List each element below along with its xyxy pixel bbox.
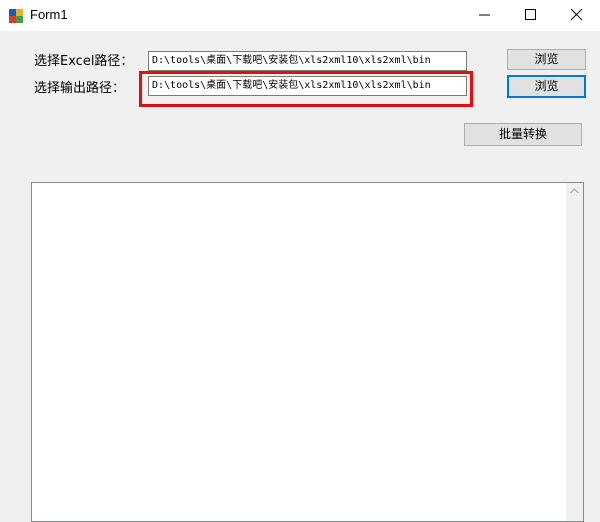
browse-output-button[interactable]: 浏览 xyxy=(507,75,586,98)
excel-path-label: 选择Excel路径： xyxy=(34,54,134,69)
log-textarea[interactable] xyxy=(31,182,584,522)
maximize-icon xyxy=(525,9,536,20)
app-window: Form1 选择Excel路径： D:\tools\桌面\下载吧\安装包\xls… xyxy=(0,0,600,522)
minimize-icon xyxy=(479,14,490,16)
minimize-button[interactable] xyxy=(462,0,508,31)
close-button[interactable] xyxy=(554,0,600,31)
scroll-up-button[interactable] xyxy=(566,183,583,200)
app-icon xyxy=(9,9,23,23)
output-path-label: 选择输出路径： xyxy=(34,81,126,96)
maximize-button[interactable] xyxy=(508,0,554,31)
excel-path-field[interactable]: D:\tools\桌面\下载吧\安装包\xls2xml10\xls2xml\bi… xyxy=(148,51,467,71)
window-title: Form1 xyxy=(30,7,68,22)
vertical-scrollbar[interactable] xyxy=(566,183,583,521)
title-bar[interactable]: Form1 xyxy=(0,0,600,31)
close-icon xyxy=(571,9,583,21)
browse-excel-button[interactable]: 浏览 xyxy=(507,49,586,70)
chevron-up-icon xyxy=(570,188,579,194)
batch-convert-button[interactable]: 批量转换 xyxy=(464,123,582,146)
highlight-box xyxy=(139,71,473,107)
